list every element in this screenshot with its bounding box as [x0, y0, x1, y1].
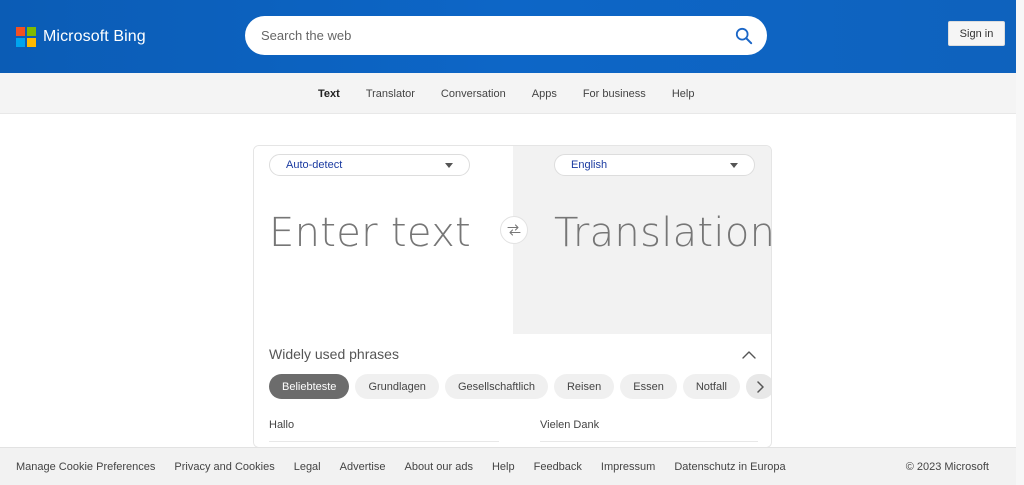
chevron-up-icon[interactable]: [741, 349, 757, 361]
translation-output: Translation: [554, 210, 772, 256]
phrases-title: Widely used phrases: [269, 346, 399, 362]
tab-for-business[interactable]: For business: [583, 88, 646, 100]
search-box: [245, 16, 767, 55]
tab-translator[interactable]: Translator: [366, 88, 415, 100]
phrase-item[interactable]: Hallo: [269, 419, 294, 431]
phrase-item[interactable]: Vielen Dank: [540, 419, 599, 431]
source-text-input[interactable]: Enter text: [269, 210, 471, 256]
footer-link[interactable]: Feedback: [534, 461, 582, 473]
footer-link[interactable]: Advertise: [340, 461, 386, 473]
footer-links: Manage Cookie Preferences Privacy and Coo…: [16, 448, 805, 485]
source-language-select[interactable]: Auto-detect: [269, 154, 470, 176]
swap-languages-button[interactable]: [500, 216, 528, 244]
chips-next-button[interactable]: [746, 374, 771, 399]
tab-apps[interactable]: Apps: [532, 88, 557, 100]
tab-help[interactable]: Help: [672, 88, 695, 100]
footer-link[interactable]: Manage Cookie Preferences: [16, 461, 155, 473]
source-language-label: Auto-detect: [286, 159, 343, 171]
footer-link[interactable]: Datenschutz in Europa: [674, 461, 785, 473]
chip-grundlagen[interactable]: Grundlagen: [355, 374, 439, 399]
logo-square-red: [16, 27, 25, 36]
search-icon[interactable]: [735, 27, 753, 45]
phrases-section: Widely used phrases Beliebteste Grundlage…: [254, 334, 771, 447]
tab-text[interactable]: Text: [318, 88, 340, 100]
chip-notfall[interactable]: Notfall: [682, 374, 740, 399]
chevron-right-icon: [757, 380, 764, 393]
chip-essen[interactable]: Essen: [620, 374, 677, 399]
chevron-down-icon: [730, 162, 738, 168]
swap-arrows-icon: [507, 224, 521, 236]
footer-link[interactable]: About our ads: [404, 461, 473, 473]
logo-square-blue: [16, 38, 25, 47]
page-scrollbar[interactable]: [1016, 0, 1024, 485]
footer: Manage Cookie Preferences Privacy and Coo…: [0, 447, 1024, 485]
target-language-label: English: [571, 159, 608, 171]
logo-square-green: [27, 27, 36, 36]
sign-in-button[interactable]: Sign in: [948, 21, 1005, 46]
source-pane: Auto-detect Enter text: [254, 146, 513, 334]
divider: [540, 441, 758, 442]
logo-square-yellow: [27, 38, 36, 47]
search-input[interactable]: [261, 28, 735, 43]
brand-name: Microsoft Bing: [43, 28, 146, 45]
footer-link[interactable]: Impressum: [601, 461, 655, 473]
divider: [269, 441, 499, 442]
tab-conversation[interactable]: Conversation: [441, 88, 506, 100]
chip-reisen[interactable]: Reisen: [553, 374, 615, 399]
copyright: © 2023 Microsoft: [905, 461, 989, 473]
footer-link[interactable]: Privacy and Cookies: [174, 461, 274, 473]
chip-beliebteste[interactable]: Beliebteste: [269, 374, 350, 399]
microsoft-logo-icon: [16, 27, 36, 47]
chip-gesellschaftlich[interactable]: Gesellschaftlich: [444, 374, 548, 399]
bing-brand[interactable]: Microsoft Bing: [16, 27, 146, 47]
translator-card: Auto-detect Enter text English Translati…: [253, 145, 772, 448]
footer-link[interactable]: Legal: [294, 461, 321, 473]
chevron-down-icon: [445, 162, 453, 168]
footer-link[interactable]: Help: [492, 461, 515, 473]
translator-nav: Text Translator Conversation Apps For busine…: [0, 73, 1024, 114]
target-language-select[interactable]: English: [554, 154, 755, 176]
nav-items: Text Translator Conversation Apps For busine…: [305, 73, 707, 114]
phrase-category-chips: Beliebteste Grundlagen Gesellschaftlich Rei…: [269, 374, 771, 399]
header-bar: Microsoft Bing Sign in: [0, 0, 1024, 73]
target-pane: English Translation: [513, 146, 772, 334]
